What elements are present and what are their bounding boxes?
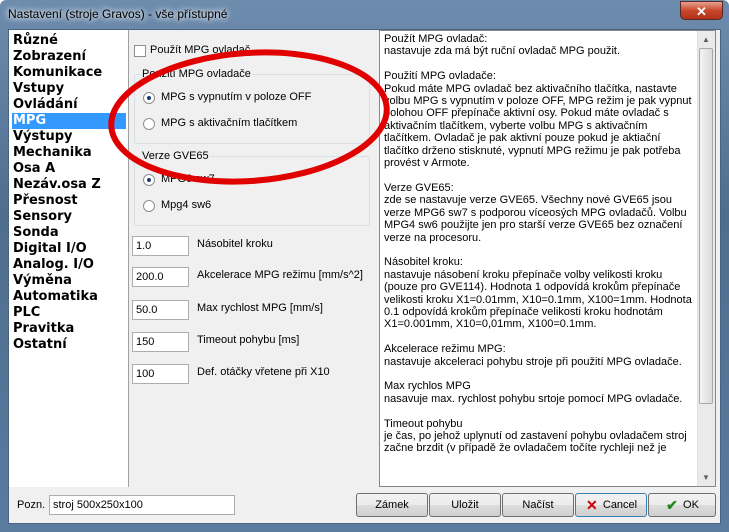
category-item[interactable]: Sonda	[12, 225, 126, 241]
ok-check-icon: ✔	[666, 497, 678, 514]
category-item[interactable]: MPG	[12, 113, 126, 129]
dialog-client-area: Různé Zobrazení Komunikace Vstupy Ovládání MP…	[8, 29, 721, 524]
spindle-speed-x10-field[interactable]: 100	[132, 364, 189, 384]
radio-mpg4-sw6-label: Mpg4 sw6	[161, 199, 212, 211]
radio-mpg-activation-button-label: MPG s aktivačním tlačítkem	[161, 117, 298, 129]
cancel-button-label: Cancel	[602, 499, 638, 511]
radio-mpg-off-position-label: MPG s vypnutím v poloze OFF	[161, 91, 312, 103]
gve65-version-group-title: Verze GVE65	[140, 150, 211, 162]
step-multiplier-label: Násobitel kroku	[197, 238, 273, 250]
category-item[interactable]: Výstupy	[12, 129, 126, 145]
controller-mode-group: Použití MPG ovladače MPG s vypnutím v po…	[134, 68, 370, 144]
load-button[interactable]: Načíst	[502, 493, 574, 517]
window-title: Nastavení (stroje Gravos) - vše přístupn…	[8, 7, 228, 21]
controller-mode-group-title: Použití MPG ovladače	[140, 68, 253, 80]
help-text: Použít MPG ovladač: nastavuje zda má být…	[384, 33, 692, 455]
ok-button-label: OK	[683, 499, 699, 511]
category-item[interactable]: Digital I/O	[12, 241, 126, 257]
category-item[interactable]: Výměna	[12, 273, 126, 289]
close-window-button[interactable]: ✕	[680, 1, 723, 20]
scroll-up-arrow-icon[interactable]: ▲	[698, 31, 714, 48]
bottom-bar: Pozn. stroj 500x250x100 Zámek Uložit Nač…	[9, 488, 720, 524]
ok-button[interactable]: ✔ OK	[648, 493, 716, 517]
help-text-box[interactable]: Použít MPG ovladač: nastavuje zda má být…	[379, 30, 716, 487]
category-item[interactable]: Osa A	[12, 161, 126, 177]
category-item[interactable]: Ovládání	[12, 97, 126, 113]
use-mpg-label: Použít MPG ovladač	[150, 44, 251, 56]
cancel-x-icon: ✕	[586, 497, 598, 514]
category-item[interactable]: Analog. I/O	[12, 257, 126, 273]
gve65-version-group: Verze GVE65 MPG6 sw7 Mpg4 sw6	[134, 150, 370, 226]
move-timeout-field[interactable]: 150	[132, 332, 189, 352]
mpg-max-speed-field[interactable]: 50.0	[132, 300, 189, 320]
scroll-down-arrow-icon[interactable]: ▼	[698, 469, 714, 486]
category-item[interactable]: Různé	[12, 33, 126, 49]
radio-mpg6-sw7[interactable]	[143, 174, 155, 186]
cancel-button[interactable]: ✕ Cancel	[575, 493, 647, 517]
mpg-max-speed-label: Max rychlost MPG [mm/s]	[197, 302, 323, 314]
title-bar[interactable]: Nastavení (stroje Gravos) - vše přístupn…	[0, 0, 729, 28]
mpg-acceleration-label: Akcelerace MPG režimu [mm/s^2]	[197, 269, 363, 281]
category-item[interactable]: Automatika	[12, 289, 126, 305]
mpg-acceleration-field[interactable]: 200.0	[132, 267, 189, 287]
category-item[interactable]: Vstupy	[12, 81, 126, 97]
category-item[interactable]: Přesnost	[12, 193, 126, 209]
help-scrollbar[interactable]: ▲ ▼	[697, 31, 715, 486]
settings-window: Nastavení (stroje Gravos) - vše přístupn…	[0, 0, 729, 532]
category-item[interactable]: Komunikace	[12, 65, 126, 81]
move-timeout-label: Timeout pohybu [ms]	[197, 334, 300, 346]
category-item[interactable]: Zobrazení	[12, 49, 126, 65]
radio-mpg6-sw7-label: MPG6 sw7	[161, 173, 215, 185]
scrollbar-thumb[interactable]	[699, 48, 713, 404]
category-item[interactable]: Ostatní	[12, 337, 126, 353]
spindle-speed-x10-label: Def. otáčky vřetene při X10	[197, 366, 330, 378]
category-item[interactable]: Nezáv.osa Z	[12, 177, 126, 193]
radio-mpg-activation-button[interactable]	[143, 118, 155, 130]
step-multiplier-field[interactable]: 1.0	[132, 236, 189, 256]
note-input[interactable]: stroj 500x250x100	[49, 495, 235, 515]
mpg-settings-panel: Použít MPG ovladač Použití MPG ovladače …	[129, 30, 375, 487]
radio-mpg-off-position[interactable]	[143, 92, 155, 104]
category-list[interactable]: Různé Zobrazení Komunikace Vstupy Ovládání MP…	[9, 30, 129, 487]
category-item[interactable]: Mechanika	[12, 145, 126, 161]
note-label: Pozn.	[17, 499, 46, 511]
use-mpg-checkbox[interactable]	[134, 45, 146, 57]
category-item[interactable]: PLC	[12, 305, 126, 321]
radio-mpg4-sw6[interactable]	[143, 200, 155, 212]
close-icon: ✕	[696, 4, 707, 19]
save-button[interactable]: Uložit	[429, 493, 501, 517]
lock-button[interactable]: Zámek	[356, 493, 428, 517]
category-item[interactable]: Pravitka	[12, 321, 126, 337]
category-item[interactable]: Sensory	[12, 209, 126, 225]
